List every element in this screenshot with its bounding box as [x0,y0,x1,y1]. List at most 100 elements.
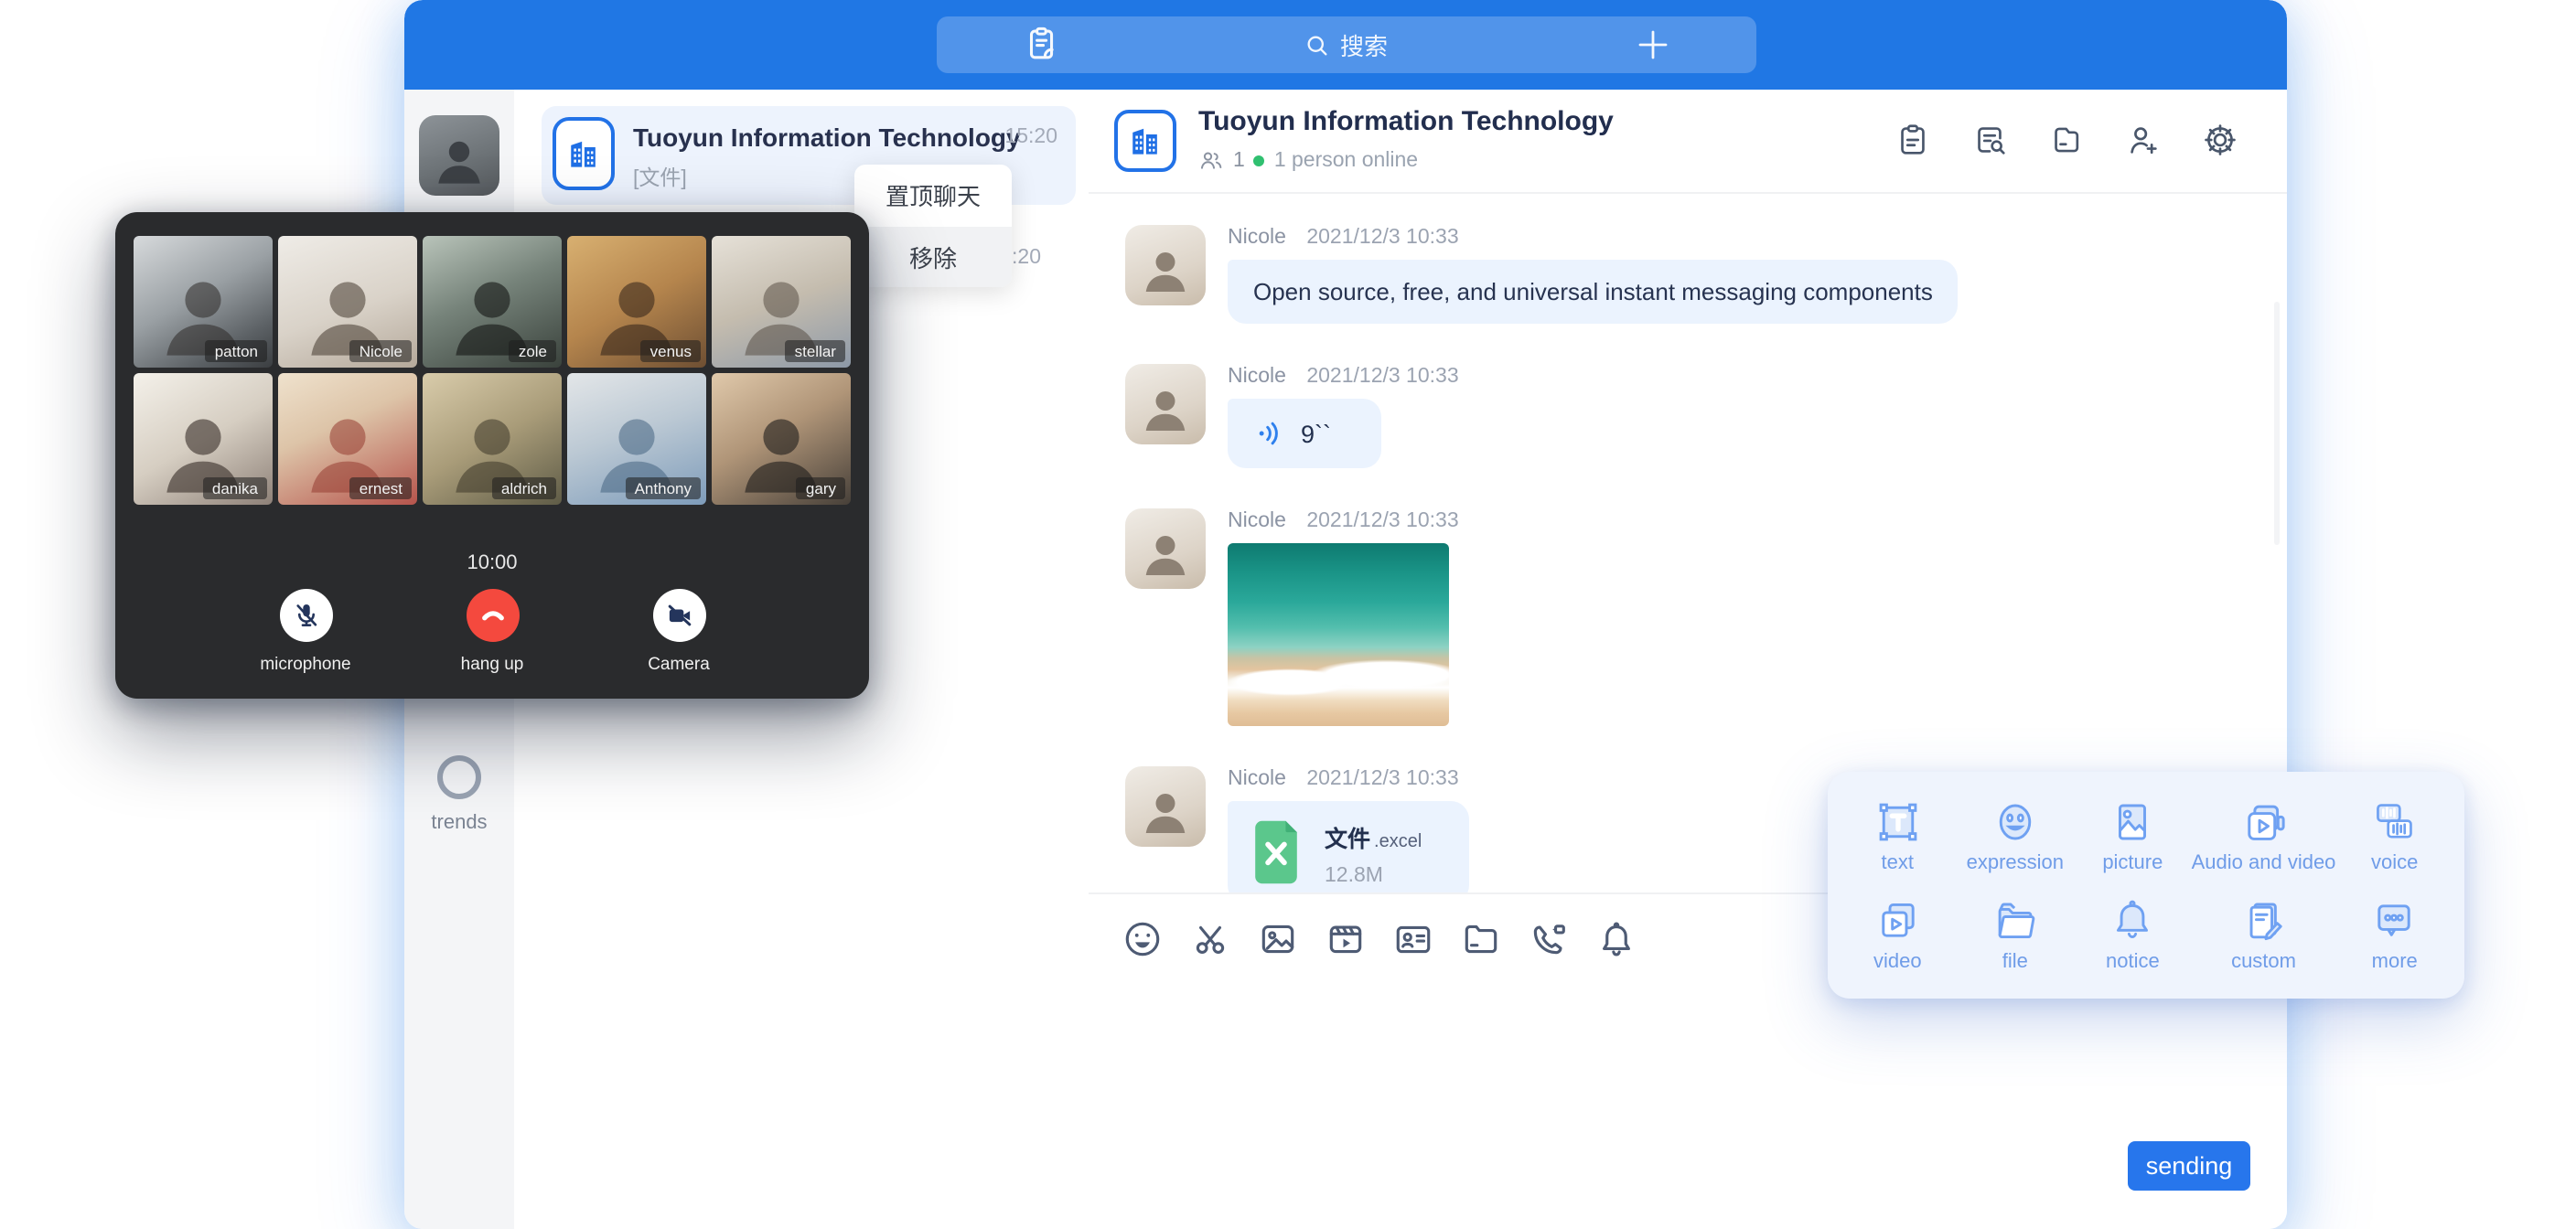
message-time: 2021/12/3 10:33 [1306,768,1458,790]
members-icon [1198,148,1224,174]
hang-up-control: hang up [432,589,553,675]
notification-bell-icon[interactable] [1595,917,1637,959]
hang-up-button[interactable] [466,589,519,642]
message-meta: Nicole 2021/12/3 10:33 [1228,366,1459,388]
hang-up-icon [477,600,508,631]
participant-name: aldrich [492,476,556,499]
chat-header-actions [1894,121,2239,159]
screenshot-scissors-icon[interactable] [1189,917,1231,959]
camera-off-button[interactable] [652,589,705,642]
attach-item-notice[interactable]: notice [2074,885,2192,984]
chat-history-search-icon[interactable] [1970,121,2009,159]
participant-name: venus [641,339,701,362]
attach-item-file[interactable]: file [1957,885,2075,984]
trends-icon [437,755,481,799]
conversation-time: 15:20 [1004,126,1057,148]
attach-item-audio-video[interactable]: Audio and video [2192,786,2336,885]
call-controls: microphone hang up Camer [115,589,869,675]
chat-title: Tuoyun Information Technology [1198,106,1614,137]
voice-bubble[interactable]: 9`` [1228,399,1381,468]
person-silhouette-icon [1138,380,1193,435]
picture-tool-icon [2108,797,2157,847]
image-attachment[interactable] [1228,543,1449,726]
current-user-avatar[interactable] [419,115,499,196]
sender-name: Nicole [1228,510,1286,532]
text-bubble[interactable]: Open source, free, and universal instant… [1228,260,1959,324]
call-participant-video: aldrich [423,373,562,505]
voice-wave-icon [1253,417,1286,450]
attach-item-voice[interactable]: voice [2335,786,2453,885]
add-member-icon[interactable] [2124,121,2163,159]
scrollbar[interactable] [2274,302,2280,545]
mute-microphone-button[interactable] [279,589,332,642]
attach-item-expression[interactable]: expression [1957,786,2075,885]
participant-name: ernest [350,476,412,499]
picture-icon[interactable] [1257,917,1299,959]
search-bar[interactable]: 搜索 [937,16,1756,73]
attach-item-custom[interactable]: custom [2192,885,2336,984]
nav-item-trends[interactable]: trends [404,755,514,834]
chat-header: Tuoyun Information Technology 1 1 person… [1089,90,2287,194]
attach-item-video[interactable]: video [1839,885,1957,984]
participant-name: zole [510,339,556,362]
settings-gear-icon[interactable] [2201,121,2239,159]
mic-off-icon [290,600,321,631]
contact-card-icon[interactable] [1392,917,1434,959]
sender-avatar[interactable] [1125,766,1206,847]
file-size: 12.8M [1325,864,1422,886]
attach-item-text[interactable]: text [1839,786,1957,885]
sender-avatar[interactable] [1125,508,1206,589]
attach-item-more[interactable]: more [2335,885,2453,984]
file-bubble[interactable]: 文件.excel 12.8M [1228,801,1469,892]
add-icon[interactable] [1634,26,1672,64]
message-time: 2021/12/3 10:33 [1306,227,1458,249]
text-tool-icon [1873,797,1922,847]
menu-item-remove[interactable]: 移除 [854,226,1012,287]
more-icon [2370,896,2420,946]
call-timer: 10:00 [115,552,869,574]
excel-file-icon [1250,818,1303,887]
conversation-last-message: [文件] [633,163,687,192]
app-screenshot: 搜索 trends [0,0,2576,1229]
custom-message-icon [2239,896,2289,946]
message-time: 2021/12/3 10:33 [1306,366,1458,388]
video-call-icon[interactable] [1528,917,1570,959]
voice-message-icon [2370,797,2420,847]
chat-main: Tuoyun Information Technology 1 1 person… [1089,90,2287,1229]
conversation-context-menu: 置顶聊天 移除 [854,165,1012,287]
top-bar: 搜索 [404,0,2287,90]
message-meta: Nicole 2021/12/3 10:33 [1228,227,1959,249]
sender-name: Nicole [1228,768,1286,790]
call-participant-video: ernest [278,373,417,505]
send-button[interactable]: sending [2128,1141,2250,1191]
participant-grid: patton Nicole zole venus stellar danika [134,236,851,505]
attach-item-picture[interactable]: picture [2074,786,2192,885]
person-silhouette-icon [1138,241,1193,296]
file-extension: .excel [1374,831,1422,851]
file-folder-icon [1991,896,2040,946]
emoji-icon[interactable] [1122,917,1164,959]
group-avatar [553,117,615,190]
audio-video-icon [2239,797,2289,847]
video-clip-icon[interactable] [1325,917,1367,959]
message-time: 2021/12/3 10:33 [1306,510,1458,532]
video-call-panel: patton Nicole zole venus stellar danika [115,212,869,699]
person-silhouette-icon [430,130,488,188]
file-name: 文件 [1325,826,1370,851]
group-notice-icon[interactable] [1894,121,1932,159]
microphone-control: microphone [245,589,366,675]
folder-icon[interactable] [1460,917,1502,959]
menu-item-pin-chat[interactable]: 置顶聊天 [854,165,1012,226]
expression-icon [1991,797,2040,847]
camera-off-icon [663,600,694,631]
message-type-panel: text expression picture [1828,772,2464,999]
sender-avatar[interactable] [1125,225,1206,305]
group-file-icon[interactable] [2047,121,2086,159]
control-label: hang up [432,655,553,675]
online-status: 1 person online [1274,150,1418,172]
control-label: Camera [618,655,739,675]
message-image: Nicole 2021/12/3 10:33 [1125,508,2287,726]
sender-avatar[interactable] [1125,364,1206,444]
sender-name: Nicole [1228,366,1286,388]
message-voice: Nicole 2021/12/3 10:33 9`` [1125,364,2287,468]
